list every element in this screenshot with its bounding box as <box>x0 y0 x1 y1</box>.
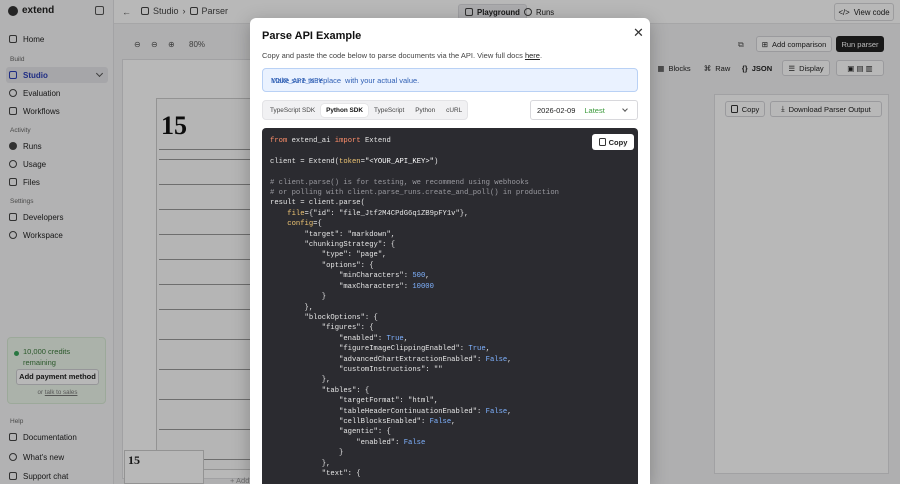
docs-link[interactable]: here <box>525 51 540 60</box>
code-token: "maxCharacters": <box>339 282 413 291</box>
code-line: "agentic": { <box>339 428 391 437</box>
code-token: "figureImageClippingEnabled": <box>339 345 469 354</box>
tab-typescript[interactable]: TypeScript <box>369 104 409 117</box>
tab-python-sdk[interactable]: Python SDK <box>321 103 369 117</box>
code-token: "<YOUR_API_KEY>" <box>364 157 434 166</box>
code-line: }, <box>321 459 331 468</box>
code-token: , <box>485 345 491 354</box>
code-token: 500 <box>412 272 426 281</box>
code-token: False <box>429 417 452 426</box>
code-token: , <box>451 417 456 426</box>
code-token: ) <box>433 157 439 166</box>
tab-typescript-sdk[interactable]: TypeScript SDK <box>265 104 320 117</box>
code-line: "chunkingStrategy": { <box>304 241 396 250</box>
code-line: } <box>321 293 327 302</box>
code-line: }, <box>321 376 331 385</box>
code-token: "enabled": <box>356 438 404 447</box>
code-copy-button[interactable]: Copy <box>592 134 634 150</box>
code-token: from <box>270 137 288 145</box>
code-token: extend_ai <box>291 137 331 145</box>
code-token: "tableHeaderContinuationEnabled": <box>339 407 486 416</box>
code-line: }, <box>304 303 314 312</box>
version-value: 2026-02-09 <box>537 105 576 115</box>
copy-icon <box>598 138 606 146</box>
api-key-notice: Make sure to replace YOUR_API_KEY with y… <box>262 68 638 92</box>
code-token: , <box>403 334 409 343</box>
code-line: "targetFormat": "html", <box>339 397 439 406</box>
code-token: , <box>425 272 430 281</box>
code-line: "text": { <box>321 470 361 478</box>
code-token: config <box>287 220 314 229</box>
code-content: from extend_ai import Extend client = Ex… <box>270 136 559 479</box>
version-tag: Latest <box>584 105 605 115</box>
modal-title: Parse API Example <box>262 30 362 42</box>
code-block[interactable]: Copy from extend_ai import Extend client… <box>262 128 638 484</box>
code-line: "tables": { <box>321 386 370 395</box>
description-suffix: . <box>539 51 543 60</box>
chevron-down-icon <box>622 106 628 112</box>
code-token: , <box>507 407 512 416</box>
code-token: 10000 <box>412 282 434 291</box>
code-token: "cellBlocksEnabled": <box>339 417 430 426</box>
code-token: True <box>386 334 404 343</box>
code-comment: # client.parse() is for testing, we reco… <box>270 178 529 187</box>
copy-label: Copy <box>608 137 628 147</box>
code-line: "options": { <box>321 261 374 270</box>
code-comment: # or polling with client.parse_runs.crea… <box>270 189 559 198</box>
language-tabs: TypeScript SDK Python SDK TypeScript Pyt… <box>262 100 468 120</box>
code-token: ={"id": "file_Jtf2M4CPdG6q1ZB9pFY1v"}, <box>304 209 469 218</box>
code-token: False <box>485 355 508 364</box>
code-token: "advancedChartExtractionEnabled": <box>339 355 486 364</box>
code-token: = Extend( <box>295 157 340 166</box>
code-line: "type": "page", <box>321 251 387 260</box>
code-line: "blockOptions": { <box>304 313 378 322</box>
tab-curl[interactable]: cURL <box>441 104 467 117</box>
tab-python[interactable]: Python <box>410 104 440 117</box>
code-token: ={ <box>313 220 322 229</box>
code-token: Extend <box>364 137 391 145</box>
api-version-select[interactable]: 2026-02-09 Latest <box>530 100 638 120</box>
code-token: True <box>468 345 486 354</box>
parse-api-modal: Parse API Example ✕ Copy and paste the c… <box>250 18 650 484</box>
code-token: client <box>270 157 296 166</box>
modal-description: Copy and paste the code below to parse d… <box>262 51 542 60</box>
code-token: "minCharacters": <box>339 272 413 281</box>
code-token: False <box>403 438 426 447</box>
code-line: "figures": { <box>321 324 374 333</box>
code-token: import <box>334 137 361 145</box>
notice-suffix: with your actual value. <box>345 75 420 85</box>
code-line: } <box>339 449 344 458</box>
code-token: "enabled": <box>339 334 387 343</box>
notice-code: YOUR_API_KEY <box>271 78 323 86</box>
code-line: "customInstructions": "" <box>339 365 443 374</box>
code-token: False <box>485 407 508 416</box>
code-token: file <box>287 209 305 218</box>
code-token: token <box>339 157 361 166</box>
description-text: Copy and paste the code below to parse d… <box>262 51 523 60</box>
close-icon[interactable]: ✕ <box>633 26 644 39</box>
code-token: , <box>507 355 512 364</box>
code-line: result = client.parse( <box>270 199 365 208</box>
code-line: "target": "markdown", <box>304 230 396 239</box>
